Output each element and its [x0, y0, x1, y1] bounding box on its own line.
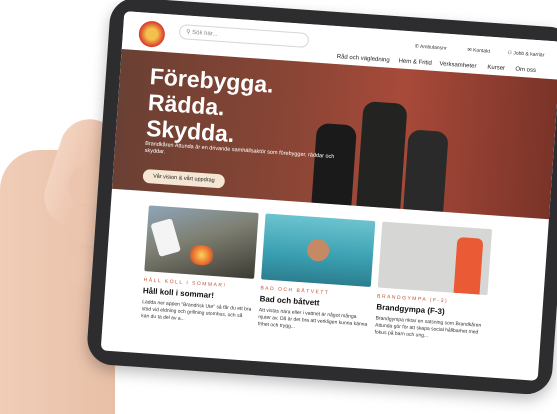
- nav-om-oss[interactable]: Om oss: [515, 67, 536, 74]
- news-card[interactable]: HÅLL KOLL I SOMMAR! Håll koll i sommar! …: [141, 205, 259, 327]
- search-placeholder: Sök här...: [191, 29, 218, 38]
- card-text: Ladda ner appen "Brandrisk Ute" så får d…: [140, 299, 252, 323]
- hero-banner: Förebygga. Rädda. Skydda. Brandkåren Att…: [111, 49, 557, 220]
- card-image-swimming: [261, 213, 376, 287]
- nav-kurser[interactable]: Kurser: [487, 65, 505, 72]
- vision-button[interactable]: Vår vision & vårt uppdrag: [142, 168, 226, 189]
- utility-link-ambulansnr[interactable]: ✆ Ambulansnr: [414, 43, 446, 51]
- card-text: Att vistas nära eller i vattnet är något…: [257, 307, 368, 330]
- utility-link-label: Jobb & karriär: [513, 50, 545, 59]
- website-screen: ⚲ Sök här... ✆ Ambulansnr ✉ Kontakt ⚇ Jo…: [100, 11, 557, 381]
- nav-rad-och-vagledning[interactable]: Råd och vägledning: [336, 54, 389, 64]
- nav-verksamheter[interactable]: Verksamheter: [439, 61, 476, 70]
- tablet: ⚲ Sök här... ✆ Ambulansnr ✉ Kontakt ⚇ Jo…: [85, 0, 557, 396]
- firefighter-figure: [403, 129, 449, 212]
- phone-illustration: [150, 218, 181, 257]
- utility-link-kontakt[interactable]: ✉ Kontakt: [467, 47, 490, 55]
- utility-link-label: Kontakt: [472, 47, 491, 55]
- child-swimmer-illustration: [306, 238, 330, 262]
- news-card[interactable]: BRANDGYMPA (F-3) Brandgympa (F-3) Brandg…: [374, 221, 493, 344]
- search-input[interactable]: ⚲ Sök här...: [178, 24, 310, 49]
- news-card[interactable]: BAD OCH BÅTVETT Bad och båtvett Att vist…: [258, 213, 376, 335]
- card-image-hopscotch: [377, 221, 493, 296]
- firefighter-figure: [356, 101, 408, 209]
- card-image-campfire: [144, 205, 259, 279]
- nav-hem-fritid[interactable]: Hem & Fritid: [398, 58, 432, 66]
- brandkaren-logo[interactable]: [137, 20, 166, 48]
- card-text: Brandgympa riktar en satsning som Brandk…: [374, 315, 482, 340]
- fire-illustration: [186, 244, 217, 267]
- utility-link-jobb[interactable]: ⚇ Jobb & karriär: [507, 50, 544, 59]
- hero-title: Förebygga. Rädda. Skydda.: [145, 63, 274, 149]
- utility-link-label: Ambulansnr: [419, 43, 447, 52]
- child-red-shirt-illustration: [453, 236, 484, 295]
